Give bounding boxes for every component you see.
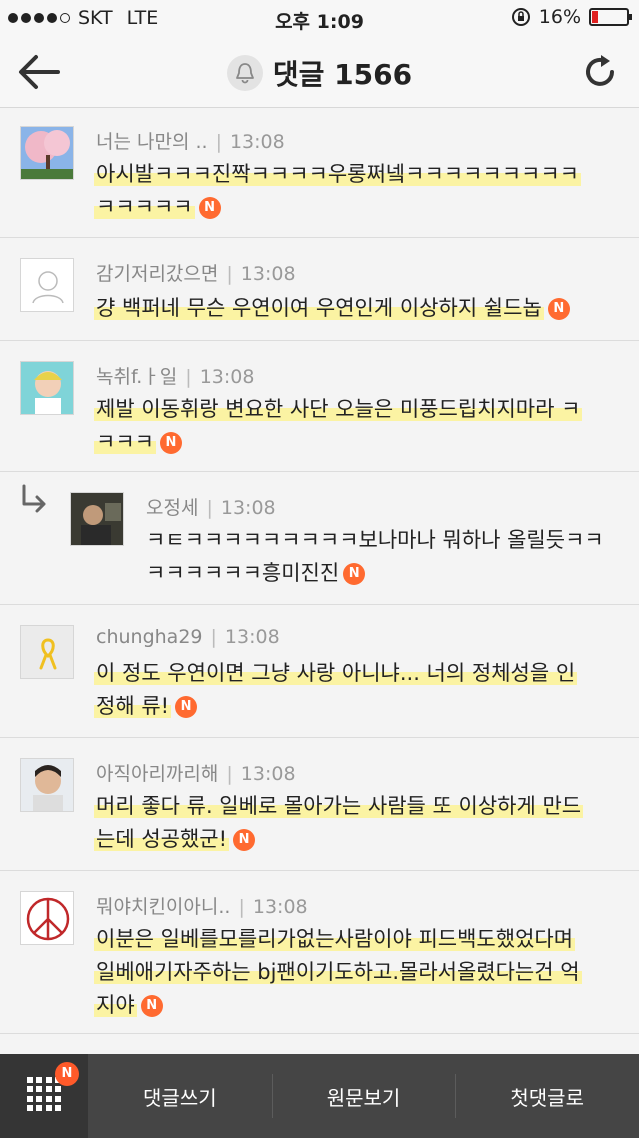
avatar[interactable]: [20, 126, 74, 180]
write-comment-button[interactable]: 댓글쓰기: [88, 1054, 272, 1138]
first-comment-button[interactable]: 첫댓글로: [455, 1054, 639, 1138]
new-badge: N: [233, 829, 256, 851]
comment-item: 뭐야치킨이아니.. | 13:08 이분은 일베를모를리가없는사람이야 피드백도했었…: [0, 871, 639, 1034]
new-badge: N: [343, 563, 366, 585]
comment-text: ㅋㅌㅋㅋㅋㅋㅋㅋㅋㅋㅋ보나마나 뭐하나 올릴듯ㅋㅋ ㅋㅋㅋㅋㅋㅋ흥미진진 N: [146, 524, 604, 590]
comment-time: 13:08: [199, 366, 255, 388]
comment-line: ㅋㅋㅋ: [94, 430, 156, 454]
avatar[interactable]: [20, 258, 74, 312]
comment-line: ㅋㅋㅋㅋㅋㅋ흥미진진: [146, 561, 340, 585]
comment-line: ㅋㅌㅋㅋㅋㅋㅋㅋㅋㅋㅋ보나마나 뭐하나 올릴듯ㅋㅋ: [146, 528, 604, 552]
yellow-ribbon-icon: [21, 626, 73, 678]
comment-line: 정해 류!: [94, 694, 172, 718]
bell-icon[interactable]: [226, 55, 263, 91]
comment-item: 감기저리갔으면 | 13:08 걍 백퍼네 무슨 우연이여 우연인게 이상하지 쉴드…: [0, 238, 639, 341]
comment-line: 지야: [94, 993, 137, 1017]
comment-meta: chungha29 | 13:08: [96, 626, 280, 648]
comment-meta: 뭐야치킨이아니.. | 13:08: [96, 896, 308, 918]
comment-text: 이분은 일베를모를리가없는사람이야 피드백도했었다며 일베애기자주하는 bj팬이…: [94, 923, 582, 1022]
new-badge: N: [175, 696, 198, 718]
comment-username[interactable]: 뭐야치킨이아니..: [96, 896, 230, 918]
comment-line: 는데 성공했군!: [94, 827, 230, 851]
new-badge: N: [198, 197, 221, 219]
avatar[interactable]: [20, 891, 74, 945]
nav-header: 댓글 1566: [0, 36, 639, 108]
comment-text: 걍 백퍼네 무슨 우연이여 우연인게 이상하지 쉴드놉 N: [94, 292, 570, 325]
rotation-lock-icon: [511, 8, 530, 26]
comment-meta: 오정세 | 13:08: [146, 497, 276, 519]
comment-item: 너는 나만의 .. | 13:08 아시발ㅋㅋㅋ진짝ㅋㅋㅋㅋ우롱쩌넼ㅋㅋㅋㅋㅋㅋㅋㅋ…: [0, 108, 639, 238]
comment-line: 이 정도 우연이면 그냥 사랑 아니냐... 너의 정체성을 인: [94, 661, 578, 685]
grid-icon: [27, 1077, 61, 1111]
menu-grid-button[interactable]: N: [0, 1054, 88, 1138]
comment-username[interactable]: 오정세: [146, 497, 198, 519]
default-profile-icon: [21, 259, 73, 311]
comment-meta: 너는 나만의 .. | 13:08: [96, 131, 285, 153]
comment-line: 일베애기자주하는 bj팬이기도하고.몰라서올렸다는건 억: [94, 960, 582, 984]
comment-meta: 녹취f.ㅏ일 | 13:08: [96, 366, 255, 388]
comment-line: 이분은 일베를모를리가없는사람이야 피드백도했었다며: [94, 927, 576, 951]
menu-new-badge: N: [55, 1062, 79, 1086]
comment-time: 13:08: [240, 763, 296, 785]
peace-sign-icon: [21, 892, 73, 944]
comment-time: 13:08: [252, 896, 308, 918]
comment-line: 제발 이동휘랑 변요한 사단 오늘은 미풍드립치지마라 ㅋ: [94, 397, 583, 421]
page-title: 댓글 1566: [272, 58, 413, 91]
new-badge: N: [159, 432, 182, 454]
new-badge: N: [547, 298, 570, 320]
comment-text: 제발 이동휘랑 변요한 사단 오늘은 미풍드립치지마라 ㅋ ㅋㅋㅋ N: [94, 393, 583, 459]
comment-line: 머리 좋다 류. 일베로 몰아가는 사람들 또 이상하게 만드: [94, 794, 584, 818]
comment-line: 아시발ㅋㅋㅋ진짝ㅋㅋㅋㅋ우롱쩌넼ㅋㅋㅋㅋㅋㅋㅋㅋㅋ: [94, 162, 581, 186]
avatar[interactable]: [20, 758, 74, 812]
new-badge: N: [140, 995, 163, 1017]
comment-text: 이 정도 우연이면 그냥 사랑 아니냐... 너의 정체성을 인 정해 류! N: [94, 657, 578, 723]
comment-time: 13:08: [240, 263, 296, 285]
comment-text: 머리 좋다 류. 일베로 몰아가는 사람들 또 이상하게 만드 는데 성공했군!…: [94, 790, 584, 856]
reply-item: 오정세 | 13:08 ㅋㅌㅋㅋㅋㅋㅋㅋㅋㅋㅋ보나마나 뭐하나 올릴듯ㅋㅋ ㅋㅋㅋㅋ…: [0, 472, 639, 605]
view-original-button[interactable]: 원문보기: [271, 1054, 456, 1138]
comment-meta: 감기저리갔으면 | 13:08: [96, 263, 296, 285]
comment-username[interactable]: 녹취f.ㅏ일: [96, 366, 177, 388]
comment-line: ㅋㅋㅋㅋㅋ: [94, 195, 195, 219]
comment-username[interactable]: chungha29: [96, 626, 203, 648]
bottom-toolbar: N 댓글쓰기 원문보기 첫댓글로: [0, 1054, 639, 1138]
avatar[interactable]: [20, 361, 74, 415]
comment-time: 13:08: [224, 626, 280, 648]
comment-username[interactable]: 감기저리갔으면: [96, 263, 218, 285]
reply-arrow-icon: [22, 484, 46, 513]
comment-item: chungha29 | 13:08 이 정도 우연이면 그냥 사랑 아니냐... 너…: [0, 605, 639, 738]
avatar[interactable]: [20, 625, 74, 679]
header-title-group: 댓글 1566: [0, 53, 639, 93]
avatar[interactable]: [70, 492, 124, 546]
comment-list[interactable]: 너는 나만의 .. | 13:08 아시발ㅋㅋㅋ진짝ㅋㅋㅋㅋ우롱쩌넼ㅋㅋㅋㅋㅋㅋㅋㅋ…: [0, 108, 639, 1054]
comment-text: 아시발ㅋㅋㅋ진짝ㅋㅋㅋㅋ우롱쩌넼ㅋㅋㅋㅋㅋㅋㅋㅋㅋ ㅋㅋㅋㅋㅋ N: [94, 158, 581, 224]
comment-line: 걍 백퍼네 무슨 우연이여 우연인게 이상하지 쉴드놉: [94, 296, 544, 320]
battery-icon: [589, 8, 632, 26]
comment-username[interactable]: 아직아리까리해: [96, 763, 218, 785]
refresh-icon[interactable]: [583, 52, 619, 92]
comment-username[interactable]: 너는 나만의 ..: [96, 131, 208, 153]
comment-time: 13:08: [220, 497, 276, 519]
comment-item: 녹취f.ㅏ일 | 13:08 제발 이동휘랑 변요한 사단 오늘은 미풍드립치지마라…: [0, 341, 639, 472]
battery-percent: 16%: [538, 6, 581, 28]
comment-item: 아직아리까리해 | 13:08 머리 좋다 류. 일베로 몰아가는 사람들 또 이상…: [0, 738, 639, 871]
comment-time: 13:08: [229, 131, 285, 153]
comment-meta: 아직아리까리해 | 13:08: [96, 763, 296, 785]
status-bar: SKT LTE 오후 1:09 16%: [0, 0, 639, 36]
status-right: 16%: [511, 6, 632, 28]
